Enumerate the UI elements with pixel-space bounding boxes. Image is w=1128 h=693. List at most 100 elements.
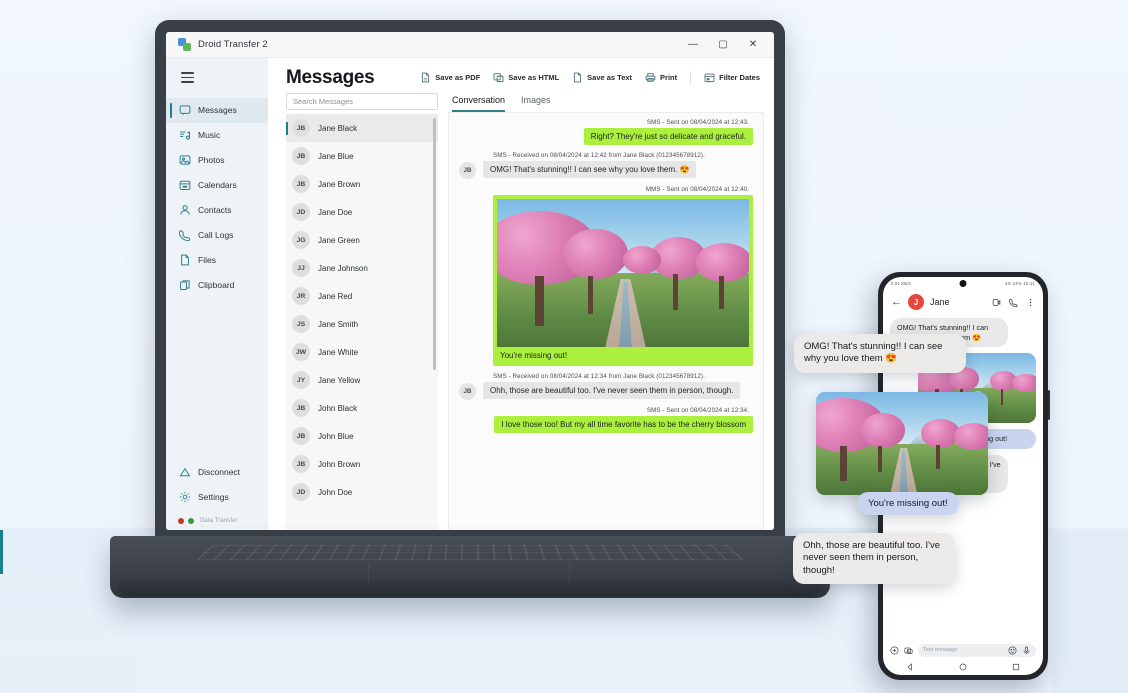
sidebar-item-contacts[interactable]: Contacts: [166, 198, 268, 223]
phone-conversation-header: ← J Jane: [883, 290, 1043, 314]
sidebar-item-disconnect[interactable]: Disconnect: [166, 459, 268, 484]
contact-list-item[interactable]: JD Jane Doe: [286, 198, 438, 226]
window-titlebar: Droid Transfer 2 — ▢ ✕: [166, 32, 774, 58]
toolbar-label: Filter Dates: [719, 73, 760, 82]
html-icon: [493, 72, 504, 83]
minimize-button[interactable]: —: [678, 32, 708, 57]
tab-conversation[interactable]: Conversation: [452, 95, 506, 112]
sidebar-item-call-logs[interactable]: Call Logs: [166, 223, 268, 248]
mms-image[interactable]: [497, 199, 749, 347]
mms-caption: You're missing out!: [500, 351, 568, 360]
mms-bubble: You're missing out!: [493, 195, 753, 366]
contact-list-item[interactable]: JB John Blue: [286, 422, 438, 450]
contact-list-item[interactable]: JB Jane Brown: [286, 170, 438, 198]
phone-input-placeholder: Text message: [923, 647, 958, 653]
content-area: Messages Save as PDF Save as HTML Save a…: [268, 58, 774, 530]
contact-list-item[interactable]: JB Jane Blue: [286, 142, 438, 170]
contact-name: Jane Green: [318, 235, 360, 245]
home-circle-icon[interactable]: [959, 663, 967, 671]
overlay-bubble-incoming-2: Ohh, those are beautiful too. I've never…: [793, 533, 955, 585]
contact-list-item[interactable]: JY Jane Yellow: [286, 366, 438, 394]
conversation-tabs: Conversation Images: [448, 93, 774, 112]
sidebar: Messages Music Photos Calendars Contacts…: [166, 58, 268, 530]
toolbar-divider: [690, 71, 692, 84]
window-controls: — ▢ ✕: [678, 32, 768, 57]
gear-icon: [179, 491, 191, 503]
status-dot-green: [188, 518, 194, 524]
sidebar-item-label: Settings: [198, 491, 229, 502]
phone-text-input[interactable]: Text message: [918, 643, 1036, 657]
sidebar-item-files[interactable]: Files: [166, 248, 268, 273]
contact-list-item[interactable]: JD John Doe: [286, 478, 438, 506]
data-transfer-status: Data Transfer: [166, 509, 268, 524]
accent-stripe: [0, 530, 3, 574]
laptop-base: [110, 536, 830, 598]
overflow-menu-icon[interactable]: [1026, 298, 1035, 307]
overlay-bubble-incoming-1: OMG! That's stunning!! I can see why you…: [794, 334, 966, 373]
hamburger-menu-icon[interactable]: [166, 64, 268, 98]
emoji-icon[interactable]: [1008, 645, 1017, 655]
phone-contact-name: Jane: [930, 297, 950, 307]
filter-dates-button[interactable]: Filter Dates: [704, 72, 760, 83]
contacts-list[interactable]: JB Jane Black JB Jane Blue JB Jane Brown: [286, 114, 438, 530]
gallery-icon[interactable]: [904, 646, 913, 655]
recents-square-icon[interactable]: [1012, 663, 1020, 671]
photos-icon: [179, 154, 191, 166]
sidebar-item-label: Disconnect: [198, 466, 241, 477]
contacts-column: JB Jane Black JB Jane Blue JB Jane Brown: [286, 93, 438, 530]
toolbar-label: Save as Text: [587, 73, 633, 82]
contact-list-item[interactable]: JG Jane Green: [286, 226, 438, 254]
print-button[interactable]: Print: [645, 72, 677, 83]
avatar: JB: [459, 383, 476, 400]
save-as-html-button[interactable]: Save as HTML: [493, 72, 559, 83]
contact-list-item[interactable]: JJ Jane Johnson: [286, 254, 438, 282]
contacts-scrollbar[interactable]: [433, 118, 436, 370]
toolbar-label: Save as PDF: [435, 73, 481, 82]
contact-list-item[interactable]: JB John Black: [286, 394, 438, 422]
sidebar-item-calendars[interactable]: Calendars: [166, 173, 268, 198]
sidebar-item-music[interactable]: Music: [166, 123, 268, 148]
contact-list-item[interactable]: JR Jane Red: [286, 282, 438, 310]
tab-images[interactable]: Images: [521, 95, 551, 112]
avatar: JJ: [292, 259, 310, 277]
message-bubble: I love those too! But my all time favori…: [494, 416, 753, 433]
sidebar-item-label: Contacts: [198, 205, 232, 215]
close-button[interactable]: ✕: [738, 32, 768, 57]
maximize-button[interactable]: ▢: [708, 32, 738, 57]
avatar: JR: [292, 287, 310, 305]
avatar: JG: [292, 231, 310, 249]
contact-name: Jane White: [318, 347, 359, 357]
text-icon: [572, 72, 583, 83]
save-as-pdf-button[interactable]: Save as PDF: [420, 72, 480, 83]
contact-list-item[interactable]: JB John Brown: [286, 450, 438, 478]
phone-status-bar: 0.01 KB/s 4G 24% 10:11: [883, 277, 1043, 290]
contact-list-item[interactable]: JS Jane Smith: [286, 310, 438, 338]
contact-name: Jane Blue: [318, 151, 354, 161]
phone-call-icon[interactable]: [1009, 298, 1018, 307]
sidebar-item-label: Messages: [198, 105, 237, 115]
save-as-text-button[interactable]: Save as Text: [572, 72, 632, 83]
contact-list-item[interactable]: JW Jane White: [286, 338, 438, 366]
avatar: JB: [292, 175, 310, 193]
sidebar-item-label: Files: [198, 255, 216, 265]
conversation-pane[interactable]: SMS - Sent on 08/04/2024 at 12:43. Right…: [448, 112, 764, 530]
sidebar-item-messages[interactable]: Messages: [166, 97, 268, 123]
contact-list-item[interactable]: JB Jane Black: [286, 114, 438, 142]
search-messages-box[interactable]: [286, 93, 438, 110]
sidebar-item-clipboard[interactable]: Clipboard: [166, 273, 268, 298]
add-attachment-icon[interactable]: [890, 645, 899, 655]
microphone-icon[interactable]: [1022, 645, 1031, 655]
sidebar-item-settings[interactable]: Settings: [166, 484, 268, 509]
back-triangle-icon[interactable]: [906, 663, 914, 671]
sidebar-item-photos[interactable]: Photos: [166, 148, 268, 173]
video-call-icon[interactable]: [992, 298, 1001, 307]
search-input[interactable]: [293, 97, 431, 106]
clipboard-icon: [179, 279, 191, 291]
contacts-icon: [179, 204, 191, 216]
disconnect-icon: [179, 466, 191, 478]
back-arrow-icon[interactable]: ←: [891, 296, 902, 308]
toolbar-label: Print: [660, 73, 678, 82]
avatar: JD: [292, 203, 310, 221]
phone-status-left: 0.01 KB/s: [891, 281, 911, 286]
